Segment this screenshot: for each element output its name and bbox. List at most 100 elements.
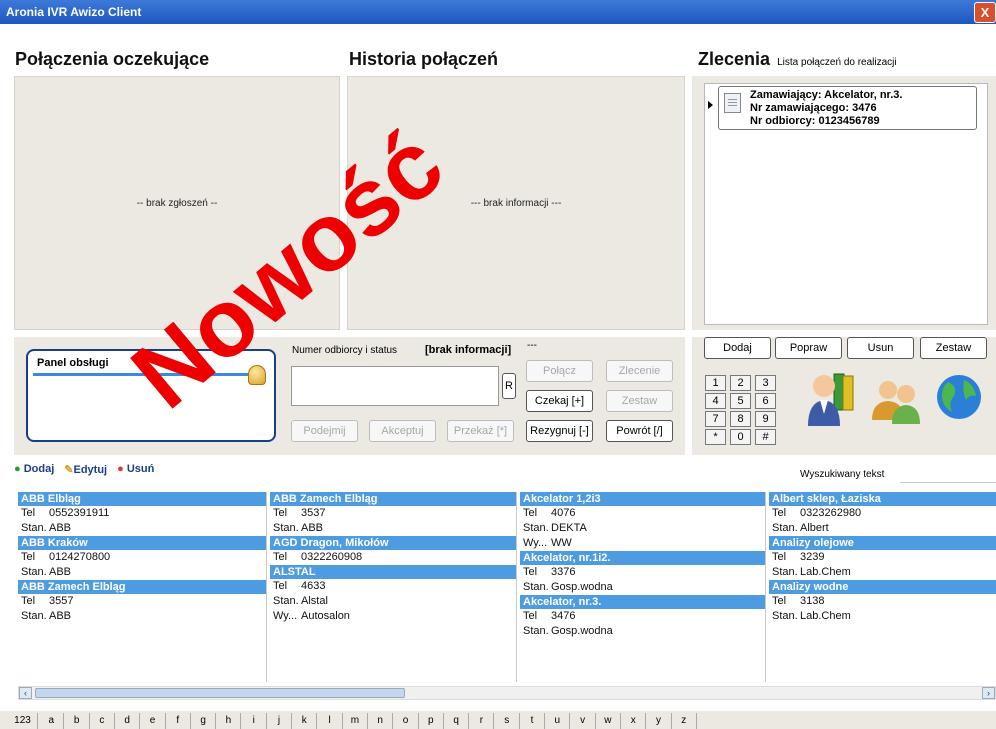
contact-name[interactable]: ABB Zamech Elbląg (270, 492, 516, 506)
wait-button[interactable]: Czekaj [+] (526, 390, 593, 412)
close-icon: X (980, 5, 990, 20)
contact-name[interactable]: ABB Kraków (18, 536, 266, 550)
contact-field-label: Stan. (273, 522, 299, 534)
contact-name[interactable]: ABB Zamech Elbląg (18, 580, 266, 594)
key-0[interactable]: 0 (730, 429, 751, 445)
key-2[interactable]: 2 (730, 375, 751, 391)
alphabet-filter-l[interactable]: l (318, 713, 343, 729)
contact-name[interactable]: Analizy wodne (769, 580, 996, 594)
alphabet-filter-d[interactable]: d (115, 713, 141, 729)
contact-field-value: ABB (301, 522, 324, 534)
alphabet-filter-k[interactable]: k (292, 713, 318, 729)
contact-field-label: Tel (523, 610, 538, 622)
globe-icon[interactable] (934, 372, 984, 422)
edit-contact-button[interactable]: ✎Edytuj (64, 463, 107, 476)
resign-button[interactable]: Rezygnuj [-] (526, 420, 593, 442)
contact-field-value: 3138 (800, 595, 825, 607)
alphabet-filter-z[interactable]: z (672, 713, 697, 729)
alphabet-filter-digits[interactable]: 123 (8, 713, 38, 729)
call-history-empty: --- brak informacji --- (470, 197, 562, 209)
key-1[interactable]: 1 (705, 375, 726, 391)
set-button[interactable]: Zestaw (606, 390, 673, 412)
alphabet-filter-c[interactable]: c (90, 713, 115, 729)
delete-contact-button[interactable]: ● Usuń (117, 463, 154, 476)
accept-button[interactable]: Akceptuj (369, 420, 436, 442)
alphabet-filter-o[interactable]: o (394, 713, 419, 729)
recipient-number-input[interactable] (291, 366, 499, 406)
connect-button[interactable]: Połącz (526, 360, 593, 382)
key-3[interactable]: 3 (755, 375, 776, 391)
alphabet-filter-p[interactable]: p (419, 713, 444, 729)
alphabet-filter-w[interactable]: w (596, 713, 621, 729)
alphabet-filter-y[interactable]: y (647, 713, 672, 729)
order-item[interactable]: Zamawiający: Akcelator, nr.3. Nr zamawia… (718, 86, 977, 130)
contact-field-value: 0124270800 (49, 551, 111, 563)
alphabet-filter-n[interactable]: n (368, 713, 394, 729)
contact-field-value: Alstal (301, 595, 328, 607)
close-button[interactable]: X (974, 2, 996, 23)
alphabet-filter-t[interactable]: t (520, 713, 545, 729)
contact-field-label: Tel (21, 595, 36, 607)
key-hash[interactable]: # (755, 429, 776, 445)
bell-icon[interactable] (248, 365, 266, 385)
contact-field: Stan. DEKTA (520, 521, 765, 536)
alphabet-bar: 123 a b c d e f g h i j k l m n o p q r s t u v w x y z (0, 711, 996, 729)
order-line-2: Nr zamawiającego: 3476 (750, 102, 877, 114)
order-button[interactable]: Zlecenie (606, 360, 673, 382)
alphabet-filter-f[interactable]: f (166, 713, 191, 729)
key-star[interactable]: * (705, 429, 726, 445)
edit-order-button[interactable]: Popraw (775, 337, 842, 359)
contact-name[interactable]: AGD Dragon, Mikołów (270, 536, 516, 550)
scroll-right-icon[interactable]: › (982, 687, 995, 699)
agent-with-folders-icon[interactable] (804, 370, 858, 430)
key-7[interactable]: 7 (705, 411, 726, 427)
contact-name[interactable]: Albert sklep, Łaziska (769, 492, 996, 506)
alphabet-filter-e[interactable]: e (141, 713, 166, 729)
alphabet-filter-s[interactable]: s (495, 713, 520, 729)
contact-name[interactable]: ABB Elbląg (18, 492, 266, 506)
contact-name[interactable]: Akcelator 1,2i3 (520, 492, 765, 506)
key-6[interactable]: 6 (755, 393, 776, 409)
alphabet-filter-x[interactable]: x (621, 713, 647, 729)
alphabet-filter-j[interactable]: j (267, 713, 292, 729)
key-4[interactable]: 4 (705, 393, 726, 409)
alphabet-filter-m[interactable]: m (343, 713, 368, 729)
key-8[interactable]: 8 (730, 411, 751, 427)
alphabet-filter-r[interactable]: r (469, 713, 495, 729)
contact-name[interactable]: Analizy olejowe (769, 536, 996, 550)
horizontal-scrollbar[interactable]: ‹ › (18, 686, 996, 700)
key-9[interactable]: 9 (755, 411, 776, 427)
alphabet-filter-v[interactable]: v (571, 713, 596, 729)
search-input[interactable] (900, 465, 996, 483)
r-button[interactable]: R (502, 373, 516, 399)
order-line-1: Zamawiający: Akcelator, nr.3. (750, 89, 903, 101)
add-contact-button[interactable]: ● Dodaj (14, 463, 54, 476)
contact-field-value: 3557 (49, 595, 74, 607)
return-button[interactable]: Powrót [/] (606, 420, 673, 442)
contact-name[interactable]: Akcelator, nr.3. (520, 595, 765, 609)
transfer-button[interactable]: Przekaż [*] (447, 420, 514, 442)
users-group-icon[interactable] (868, 374, 924, 424)
contacts-column-2: ABB Zamech Elbląg Tel 3537 Stan. ABB AGD Drag… (270, 492, 517, 682)
alphabet-filter-q[interactable]: q (444, 713, 470, 729)
pick-up-button[interactable]: Podejmij (291, 420, 358, 442)
alphabet-filter-g[interactable]: g (191, 713, 217, 729)
contact-field-label: Tel (21, 507, 36, 519)
orders-subtitle: Lista połączeń do realizacji (777, 57, 897, 68)
remove-order-button[interactable]: Usun (847, 337, 914, 359)
alphabet-filter-u[interactable]: u (545, 713, 571, 729)
contact-name[interactable]: ALSTAL (270, 565, 516, 579)
alphabet-filter-a[interactable]: a (39, 713, 65, 729)
contact-field-label: Wy... (523, 537, 548, 549)
alphabet-filter-b[interactable]: b (65, 713, 90, 729)
set-order-button[interactable]: Zestaw (920, 337, 987, 359)
alphabet-filter-h[interactable]: h (216, 713, 242, 729)
contact-name[interactable]: Akcelator, nr.1i2. (520, 551, 765, 565)
scroll-left-icon[interactable]: ‹ (19, 687, 32, 699)
orders-list[interactable]: Zamawiający: Akcelator, nr.3. Nr zamawia… (704, 83, 988, 325)
key-5[interactable]: 5 (730, 393, 751, 409)
scrollbar-thumb[interactable] (35, 688, 405, 698)
add-order-button[interactable]: Dodaj (704, 337, 771, 359)
contact-field-value: 0323262980 (800, 507, 862, 519)
alphabet-filter-i[interactable]: i (242, 713, 267, 729)
